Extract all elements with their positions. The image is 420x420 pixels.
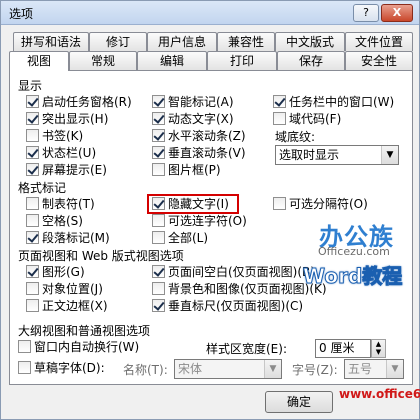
checkbox-tab-characters[interactable]: 制表符(T) (26, 197, 95, 213)
tab-spelling-grammar[interactable]: 拼写和语法 (13, 32, 89, 51)
checkbox-spaces[interactable]: 空格(S) (26, 214, 83, 230)
help-button[interactable]: ? (353, 4, 379, 22)
checkbox-vertical-scrollbar[interactable]: 垂直滚动条(V) (152, 146, 246, 162)
highlight-box (147, 194, 239, 214)
tab-compatibility[interactable]: 兼容性 (217, 32, 275, 51)
checkbox-box (152, 129, 165, 142)
watermark-site: www.office68 (339, 387, 420, 401)
checkbox-optional-hyphens[interactable]: 可选连字符(O) (152, 214, 247, 230)
checkbox-box (26, 214, 39, 227)
chevron-down-icon[interactable]: ▼ (372, 348, 385, 356)
checkbox-box (273, 197, 286, 210)
checkbox-vertical-ruler[interactable]: 垂直标尺(仅页面视图)(C) (152, 299, 303, 315)
style-width-input[interactable]: 0 厘米 (315, 339, 371, 358)
checkbox-picture-placeholders[interactable]: 图片框(P) (152, 163, 221, 179)
checkbox-white-space[interactable]: 页面间空白(仅页面视图)(B) (152, 265, 315, 281)
checkbox-animated-text[interactable]: 动态文字(X) (152, 112, 234, 128)
tab-revisions[interactable]: 修订 (89, 32, 147, 51)
checkbox-object-anchors[interactable]: 对象位置(J) (26, 282, 103, 298)
close-button[interactable]: X (381, 4, 413, 22)
layout-view-section-title: 页面视图和 Web 版式视图选项 (18, 249, 184, 263)
checkbox-box (152, 112, 165, 125)
font-size-label: 字号(Z): (292, 363, 338, 377)
chevron-down-icon[interactable]: ▼ (264, 360, 281, 378)
checkbox-box (26, 146, 39, 159)
checkbox-box (18, 361, 31, 374)
chevron-down-icon[interactable]: ▼ (381, 146, 398, 164)
checkbox-windows-in-taskbar[interactable]: 任务栏中的窗口(W) (273, 95, 394, 111)
outline-view-section-title: 大纲视图和普通视图选项 (18, 324, 151, 338)
ok-button[interactable]: 确定 (265, 391, 333, 413)
tab-asian-typography[interactable]: 中文版式 (275, 32, 345, 51)
checkbox-box (26, 95, 39, 108)
checkbox-box (273, 95, 286, 108)
checkbox-box (26, 163, 39, 176)
checkbox-box (152, 299, 165, 312)
checkbox-box (152, 146, 165, 159)
checkbox-box (26, 112, 39, 125)
tab-file-locations[interactable]: 文件位置 (345, 32, 413, 51)
tab-print[interactable]: 打印 (207, 51, 277, 70)
field-shading-label: 域底纹: (275, 130, 316, 144)
checkbox-horizontal-scrollbar[interactable]: 水平滚动条(Z) (152, 129, 246, 145)
chevron-up-icon[interactable]: ▲ (372, 340, 385, 348)
checkbox-box (26, 231, 39, 244)
checkbox-optional-breaks[interactable]: 可选分隔符(O) (273, 197, 368, 213)
checkbox-field-codes[interactable]: 域代码(F) (273, 112, 341, 128)
checkbox-box (26, 282, 39, 295)
display-section-title: 显示 (18, 79, 43, 93)
checkbox-box (18, 340, 31, 353)
style-width-label: 样式区宽度(E): (206, 342, 287, 356)
checkbox-box (26, 129, 39, 142)
checkbox-draft-font[interactable]: 草稿字体(D): (18, 361, 105, 377)
checkbox-all-marks[interactable]: 全部(L) (152, 231, 208, 247)
style-width-spinner[interactable]: ▲ ▼ (371, 339, 386, 358)
tab-security[interactable]: 安全性 (345, 51, 413, 70)
checkbox-background-images[interactable]: 背景色和图像(仅页面视图)(K) (152, 282, 327, 298)
font-name-select[interactable]: 宋体 ▼ (174, 359, 282, 379)
checkbox-bookmarks[interactable]: 书签(K) (26, 129, 83, 145)
checkbox-paragraph-marks[interactable]: 段落标记(M) (26, 231, 110, 247)
title-bar: 选项 ? X (1, 1, 419, 25)
checkbox-box (152, 214, 165, 227)
checkbox-box (26, 299, 39, 312)
tab-user-info[interactable]: 用户信息 (147, 32, 217, 51)
checkbox-box (26, 197, 39, 210)
tab-view[interactable]: 视图 (9, 51, 69, 71)
checkbox-box (152, 231, 165, 244)
tab-edit[interactable]: 编辑 (137, 51, 207, 70)
checkbox-text-boundaries[interactable]: 正文边框(X) (26, 299, 108, 315)
window-title: 选项 (9, 7, 34, 21)
checkbox-highlight[interactable]: 突出显示(H) (26, 112, 108, 128)
watermark-word-tutorial: Word教程 (302, 264, 403, 289)
font-size-select[interactable]: 五号 ▼ (344, 359, 404, 379)
checkbox-box (26, 265, 39, 278)
font-name-label: 名称(T): (123, 363, 168, 377)
checkbox-box (152, 95, 165, 108)
checkbox-box (273, 112, 286, 125)
options-dialog: 选项 ? X 拼写和语法 修订 用户信息 兼容性 中文版式 文件位置 视图 常规… (0, 0, 420, 420)
tab-save[interactable]: 保存 (277, 51, 345, 70)
checkbox-drawings[interactable]: 图形(G) (26, 265, 85, 281)
chevron-down-icon[interactable]: ▼ (386, 360, 403, 378)
field-shading-select[interactable]: 选取时显示 ▼ (275, 145, 399, 165)
checkbox-wrap-to-window[interactable]: 窗口内自动换行(W) (18, 340, 139, 356)
checkbox-box (152, 163, 165, 176)
checkbox-smart-tags[interactable]: 智能标记(A) (152, 95, 234, 111)
tab-general[interactable]: 常规 (69, 51, 137, 70)
checkbox-box (152, 265, 165, 278)
format-marks-section-title: 格式标记 (18, 181, 67, 195)
watermark-domain: Officezu.com (318, 245, 390, 258)
checkbox-startup-task-pane[interactable]: 启动任务窗格(R) (26, 95, 132, 111)
checkbox-status-bar[interactable]: 状态栏(U) (26, 146, 96, 162)
checkbox-screen-tips[interactable]: 屏幕提示(E) (26, 163, 107, 179)
checkbox-box (152, 282, 165, 295)
